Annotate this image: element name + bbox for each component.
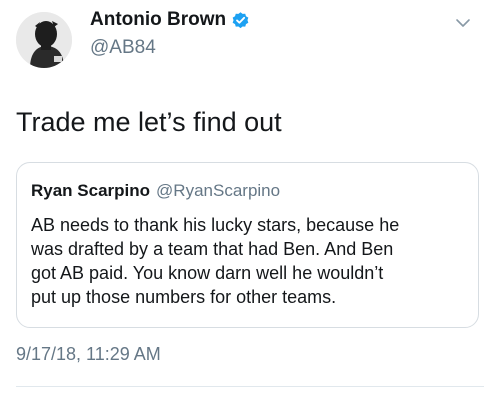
author-handle[interactable]: @AB84 <box>90 36 156 60</box>
tweet-text: Trade me let’s find out <box>16 107 282 137</box>
tweet-timestamp[interactable]: 9/17/18, 11:29 AM <box>16 342 161 366</box>
quoted-author-name[interactable]: Ryan Scarpino <box>31 181 150 200</box>
quoted-tweet-header: Ryan Scarpino @RyanScarpino <box>31 180 280 202</box>
author-display-name[interactable]: Antonio Brown <box>90 8 226 32</box>
quoted-tweet-card[interactable]: Ryan Scarpino @RyanScarpino AB needs to t… <box>16 162 479 328</box>
tweet-card: Antonio Brown @AB84 Trade me let’s find … <box>0 0 500 410</box>
quoted-text-line: AB needs to thank his lucky stars, becau… <box>31 215 400 235</box>
quoted-text-line: was drafted by a team that had Ben. And … <box>31 239 394 259</box>
divider <box>16 386 484 387</box>
quoted-text-line: got AB paid. You know darn well he would… <box>31 263 384 283</box>
chevron-down-icon[interactable] <box>454 14 472 32</box>
author-name-row[interactable]: Antonio Brown <box>90 8 250 32</box>
quoted-tweet-text: AB needs to thank his lucky stars, becau… <box>31 213 471 309</box>
quoted-text-line: put up those numbers for other teams. <box>31 287 337 307</box>
author-avatar[interactable] <box>16 12 72 68</box>
verified-check-icon <box>231 11 250 30</box>
avatar-photo-icon <box>16 12 72 68</box>
quoted-author-handle[interactable]: @RyanScarpino <box>156 181 280 200</box>
